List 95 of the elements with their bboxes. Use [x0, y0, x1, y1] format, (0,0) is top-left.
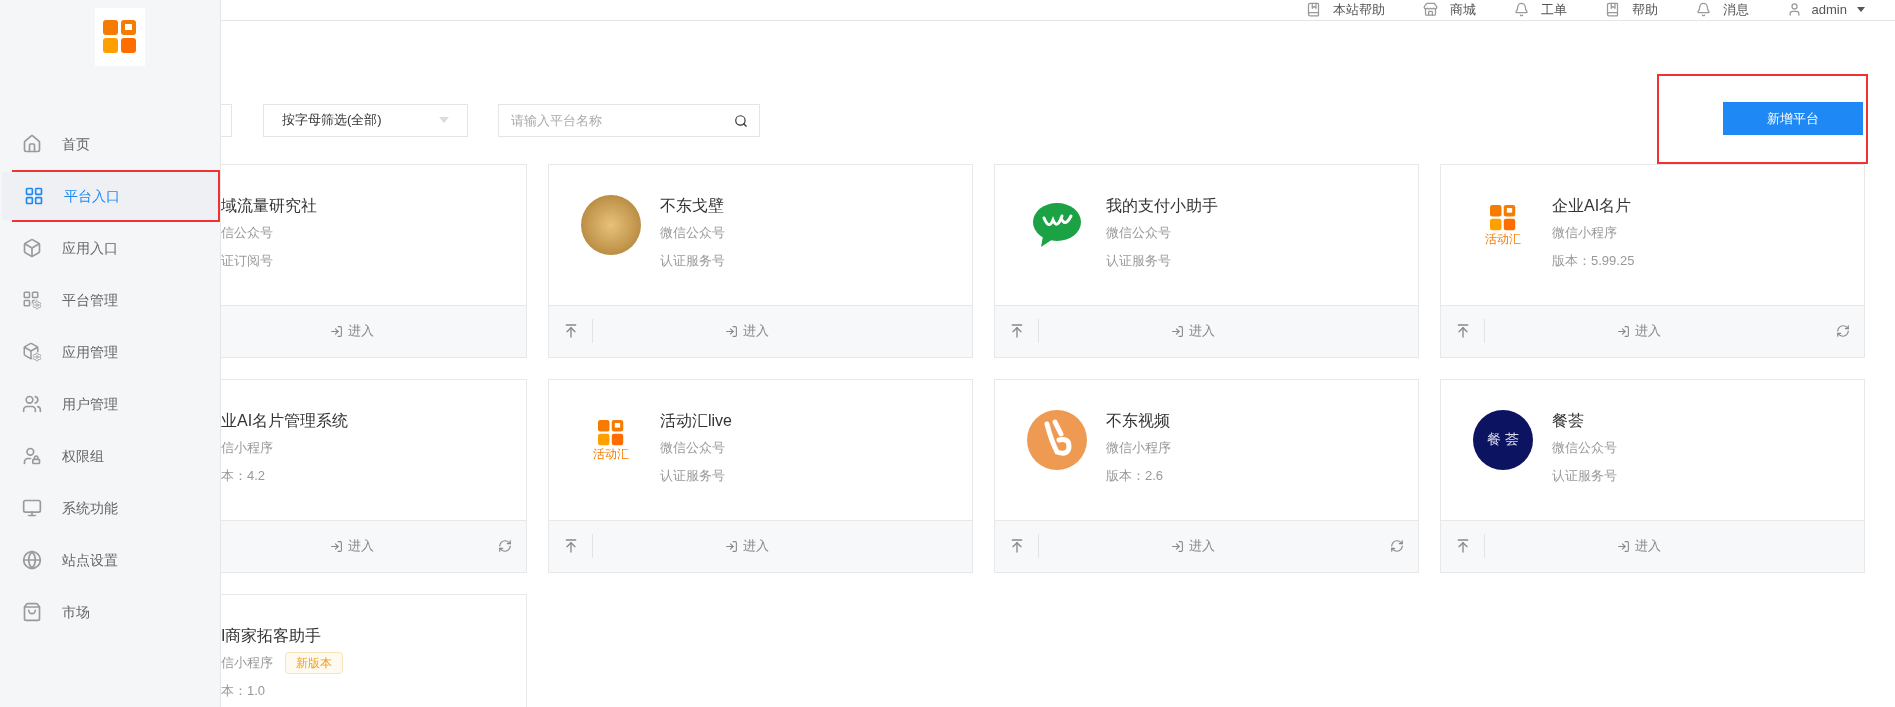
- cube-gear-icon: [22, 342, 42, 362]
- sidebar-item[interactable]: 站点设置: [0, 536, 220, 584]
- enter-button[interactable]: 进入: [1170, 536, 1215, 556]
- globe-icon: [22, 550, 42, 570]
- add-platform-button[interactable]: 新增平台: [1723, 102, 1863, 135]
- platform-name[interactable]: 不东戈壁: [660, 192, 725, 219]
- logo-text: 活动汇: [1485, 232, 1521, 245]
- login-icon: [1170, 539, 1184, 553]
- sidebar-item[interactable]: 应用管理: [0, 328, 220, 376]
- sidebar-item[interactable]: 权限组: [0, 432, 220, 480]
- caret-icon: [1857, 7, 1865, 13]
- sidebar-item[interactable]: 系统功能: [0, 484, 220, 532]
- sidebar-item[interactable]: 平台管理: [0, 276, 220, 324]
- squares-logo-icon: [1490, 204, 1516, 231]
- sidebar-item[interactable]: 应用入口: [0, 224, 220, 272]
- platform-name[interactable]: 活动汇live: [660, 407, 732, 434]
- bell-icon: [1695, 2, 1711, 18]
- bag-icon: [22, 602, 42, 622]
- platform-name[interactable]: 业AI名片管理系统: [221, 407, 349, 434]
- new-version-badge: 新版本: [285, 651, 343, 674]
- platform-type: 微信小程序: [1552, 223, 1617, 242]
- platform-name[interactable]: 不东视频: [1106, 407, 1171, 434]
- enter-button[interactable]: 进入: [1616, 321, 1661, 341]
- platform-type: 微信公众号: [660, 223, 725, 242]
- logo-text: 活动汇: [593, 447, 629, 460]
- sidebar-item[interactable]: 市场: [0, 588, 220, 636]
- home-icon: [22, 134, 42, 154]
- round-logo: 餐 荟: [1473, 409, 1533, 470]
- platform-name[interactable]: 我的支付小助手: [1106, 192, 1218, 219]
- enter-button[interactable]: 进入: [329, 321, 374, 341]
- platform-type: 微信公众号: [1552, 438, 1617, 457]
- enter-button[interactable]: 进入: [724, 536, 769, 556]
- enter-button[interactable]: 进入: [1170, 321, 1215, 341]
- app-logo[interactable]: [95, 8, 145, 66]
- login-icon: [329, 324, 343, 338]
- platform-name[interactable]: 域流量研究社: [221, 192, 317, 219]
- platform-type: 信小程序: [221, 653, 273, 672]
- login-icon: [1170, 324, 1184, 338]
- grid-gear-icon: [22, 290, 42, 310]
- bell-icon: [1513, 2, 1529, 18]
- platform-type: 信小程序: [221, 438, 273, 457]
- squares-logo-icon: [598, 419, 624, 446]
- login-icon: [724, 539, 738, 553]
- platform-detail: 版本：2.6: [1106, 466, 1165, 485]
- platform-detail: 认证服务号: [1552, 466, 1617, 485]
- sidebar-item[interactable]: 首页: [0, 120, 220, 168]
- hand-logo: [1027, 409, 1087, 470]
- refresh-button[interactable]: [1390, 539, 1404, 553]
- platform-detail: 认证服务号: [660, 466, 726, 485]
- platform-name[interactable]: 企业AI名片: [1552, 192, 1635, 219]
- enter-button[interactable]: 进入: [724, 321, 769, 341]
- user-icon: [1786, 2, 1802, 18]
- platform-name[interactable]: I商家拓客助手: [221, 622, 343, 649]
- platform-name[interactable]: 餐荟: [1552, 407, 1617, 434]
- top-link[interactable]: 消息: [1695, 0, 1749, 20]
- platform-type: 微信公众号: [660, 438, 725, 457]
- refresh-button[interactable]: [498, 539, 512, 553]
- platform-detail: 本：4.2: [221, 466, 267, 485]
- platform-type: 微信小程序: [1106, 438, 1171, 457]
- top-link[interactable]: 本站帮助: [1305, 0, 1385, 20]
- user-lock-icon: [22, 446, 42, 466]
- refresh-button[interactable]: [1836, 324, 1850, 338]
- monitor-icon: [22, 498, 42, 518]
- platform-type: 信公众号: [221, 223, 273, 242]
- top-link[interactable]: 商城: [1422, 0, 1476, 20]
- login-icon: [329, 539, 343, 553]
- store-icon: [1422, 2, 1438, 18]
- grid-icon: [24, 186, 44, 206]
- platform-type: 微信公众号: [1106, 223, 1171, 242]
- users-icon: [22, 394, 42, 414]
- letter-filter-select[interactable]: 按字母筛选(全部): [263, 103, 468, 137]
- caret-icon: [439, 117, 449, 123]
- platform-detail: 认证服务号: [1106, 251, 1172, 270]
- chat-bubble-logo: [1031, 201, 1083, 248]
- filter-field[interactable]: [221, 103, 232, 137]
- platform-detail: 认证服务号: [660, 251, 725, 270]
- top-link[interactable]: 工单: [1513, 0, 1567, 20]
- platform-detail: 版本：5.99.25: [1552, 251, 1635, 270]
- book-icon: [1305, 2, 1321, 18]
- user-menu[interactable]: admin: [1786, 0, 1865, 20]
- login-icon: [1616, 539, 1630, 553]
- platform-detail: 本：1.0: [221, 681, 267, 700]
- platform-detail: 证订阅号: [221, 251, 274, 270]
- sidebar-item[interactable]: 平台入口: [2, 172, 218, 220]
- book-icon: [1604, 2, 1620, 18]
- login-icon: [1616, 324, 1630, 338]
- search-icon[interactable]: [734, 113, 748, 128]
- squares-logo-icon: [103, 20, 137, 54]
- cube-icon: [22, 238, 42, 258]
- sidebar-item[interactable]: 用户管理: [0, 380, 220, 428]
- login-icon: [724, 324, 738, 338]
- enter-button[interactable]: 进入: [329, 536, 374, 556]
- enter-button[interactable]: 进入: [1616, 536, 1661, 556]
- top-link[interactable]: 帮助: [1604, 0, 1658, 20]
- search-field[interactable]: 请输入平台名称: [498, 103, 760, 137]
